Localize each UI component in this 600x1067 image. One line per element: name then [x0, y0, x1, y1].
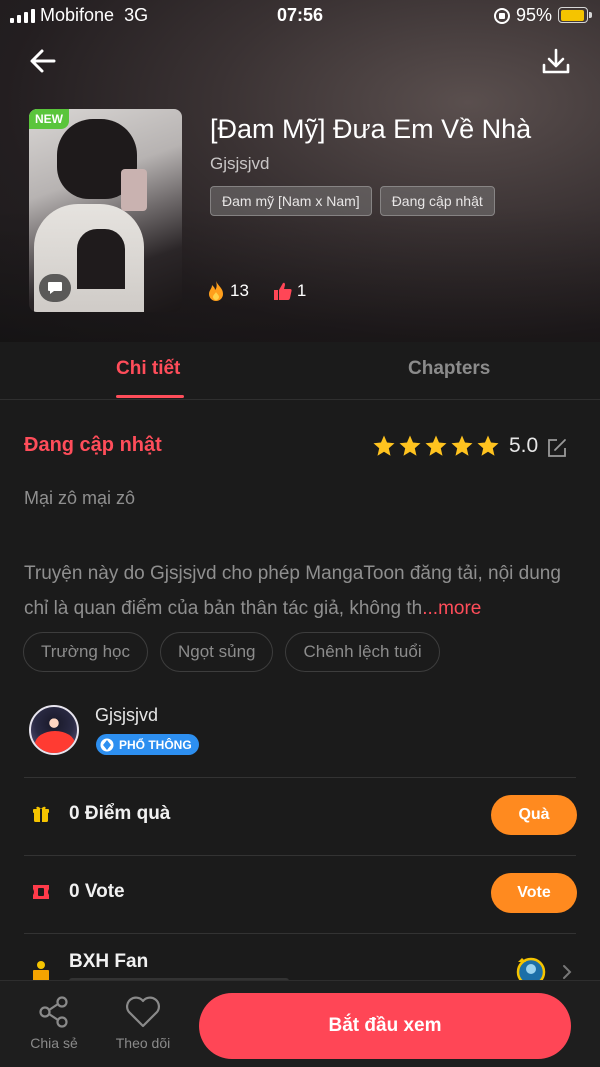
tab-chapters[interactable]: Chapters: [408, 358, 490, 380]
download-icon: [542, 48, 570, 74]
active-tab-indicator: [116, 395, 184, 398]
gift-button[interactable]: Quà: [491, 795, 577, 835]
battery-percent: 95%: [516, 5, 553, 25]
gift-icon: [33, 806, 49, 822]
genre-tag[interactable]: Đam mỹ [Nam x Nam]: [210, 186, 372, 216]
download-button[interactable]: [540, 44, 572, 78]
update-status: Đang cập nhật: [24, 434, 162, 456]
fan-ranking-label: BXH Fan: [69, 951, 149, 972]
star-icon: [477, 435, 499, 456]
avatar[interactable]: [29, 705, 79, 755]
back-button[interactable]: [26, 44, 60, 78]
likes-stat: 1: [273, 281, 306, 301]
vote-count: 0 Vote: [69, 881, 125, 902]
diamond-icon: [100, 738, 114, 751]
more-link[interactable]: ...more: [422, 598, 481, 619]
battery-icon: [558, 7, 592, 23]
star-icon: [399, 435, 421, 456]
gift-row: 0 Điểm quà Quà: [0, 777, 600, 855]
fire-icon: [209, 281, 223, 301]
tag-list: Trường học Ngọt sủng Chênh lệch tuổi: [23, 632, 440, 672]
author-name[interactable]: Gjsjsjvd: [95, 705, 158, 726]
new-badge: NEW: [29, 109, 69, 129]
gift-points: 0 Điểm quà: [69, 803, 171, 824]
vote-row: 0 Vote Vote: [0, 855, 600, 933]
comic-cover[interactable]: NEW: [29, 109, 182, 312]
comic-stats: 13 1: [206, 280, 330, 302]
author-row[interactable]: Gjsjsjvd: [0, 700, 600, 776]
chevron-right-icon: [563, 965, 572, 979]
clock: 07:56: [276, 5, 324, 25]
level-badge: PHỔ THÔNG: [96, 734, 199, 755]
views-stat: 13: [206, 280, 249, 302]
comic-subtitle: Mại zô mại zô: [24, 488, 136, 508]
vote-button[interactable]: Vote: [491, 873, 577, 913]
comic-description: Truyện này do Gjsjsjvd cho phép MangaToo…: [24, 563, 561, 619]
tab-details[interactable]: Chi tiết: [116, 358, 180, 380]
edit-icon[interactable]: [546, 437, 568, 459]
genre-tags: Đam mỹ [Nam x Nam] Đang cập nhật: [210, 186, 495, 216]
fan-ranking-row[interactable]: BXH Fan: [0, 934, 600, 984]
arrow-left-icon: [30, 49, 56, 73]
start-reading-button[interactable]: Bắt đầu xem: [199, 993, 571, 1059]
thumbs-up-icon: [273, 282, 292, 300]
comment-icon[interactable]: [39, 274, 71, 302]
star-icon: [373, 435, 395, 456]
star-icon: [425, 435, 447, 456]
genre-tag[interactable]: Đang cập nhật: [379, 186, 495, 216]
star-icon: [451, 435, 473, 456]
rotation-lock-icon: [494, 8, 510, 24]
follow-button[interactable]: Theo dõi: [108, 995, 178, 1051]
tag-chip[interactable]: Chênh lệch tuổi: [285, 632, 440, 672]
status-bar: Mobifone 3G 07:56 95%: [0, 0, 600, 32]
vote-ticket-icon: [33, 885, 49, 899]
share-button[interactable]: Chia sẻ: [19, 995, 89, 1051]
ranking-icon: [33, 961, 49, 982]
rating-stars: [372, 434, 500, 458]
comic-title: [Đam Mỹ] Đưa Em Về Nhà: [210, 114, 532, 144]
share-icon: [39, 996, 68, 1028]
tag-chip[interactable]: Ngọt sủng: [159, 632, 274, 672]
comic-author[interactable]: Gjsjsjvd: [210, 154, 270, 174]
heart-icon: [126, 996, 160, 1028]
rating-value: 5.0: [509, 434, 539, 457]
tag-chip[interactable]: Trường học: [23, 632, 148, 672]
tab-bar: Chi tiết Chapters: [0, 342, 600, 400]
bottom-bar: Chia sẻ Theo dõi Bắt đầu xem: [0, 980, 600, 1067]
